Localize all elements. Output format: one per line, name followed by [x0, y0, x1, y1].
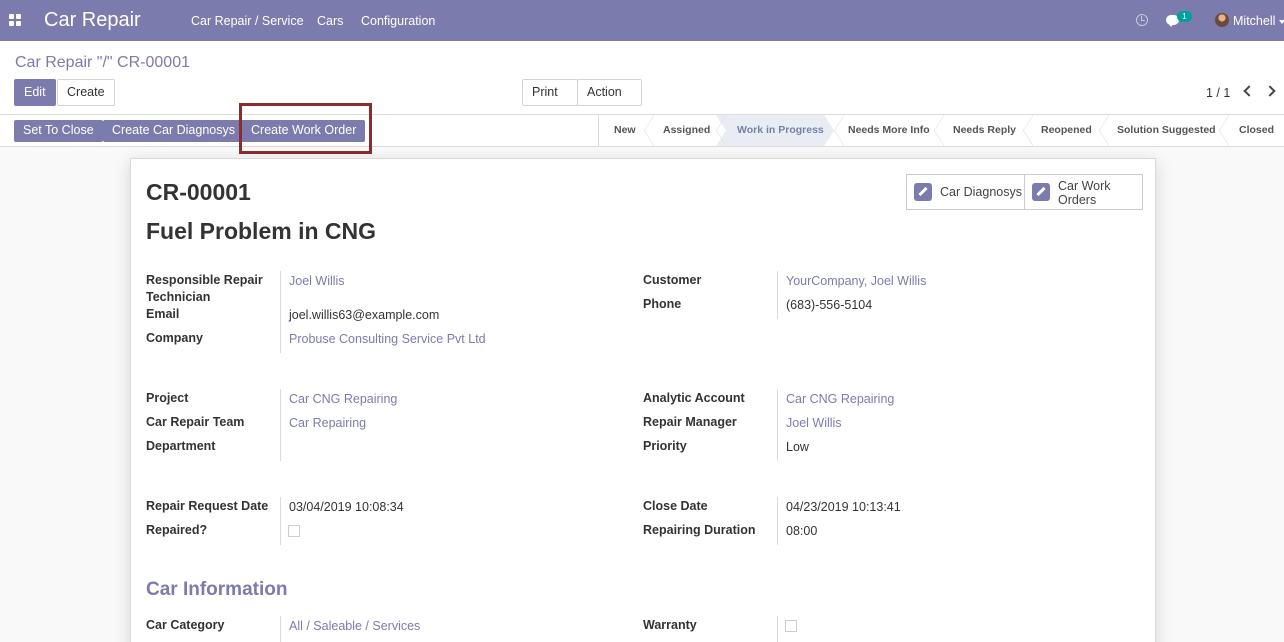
phone-field[interactable]: (683)-556-5104	[786, 298, 872, 312]
apps-menu-icon[interactable]	[9, 14, 21, 26]
car-category-label: Car Category	[146, 618, 225, 632]
action-dropdown[interactable]: Action	[577, 79, 642, 120]
pager-previous-icon[interactable]	[1243, 85, 1255, 97]
project-field[interactable]: Car CNG Repairing	[289, 392, 397, 406]
statusbar: Set To Close Create Car Diagnosys Create…	[0, 115, 1284, 147]
action-label: Action	[587, 85, 622, 99]
user-avatar[interactable]	[1215, 13, 1229, 27]
repairing-duration-label: Repairing Duration	[643, 523, 756, 537]
create-button[interactable]: Create	[57, 79, 115, 106]
car-work-orders-smart-button[interactable]: Car Work Orders	[1025, 175, 1142, 209]
stage-separator	[934, 115, 944, 146]
car-diagnosys-smart-button[interactable]: Car Diagnosys	[907, 175, 1024, 209]
warranty-label: Warranty	[643, 618, 697, 632]
stage-assigned[interactable]: Assigned	[663, 124, 710, 136]
stage-closed[interactable]: Closed	[1239, 124, 1274, 136]
smart-button-box: Car Diagnosys Car Work Orders	[906, 174, 1143, 210]
divider	[280, 616, 281, 642]
create-car-diagnosys-button[interactable]: Create Car Diagnosys	[103, 120, 244, 142]
divider	[280, 497, 281, 545]
car-category-field[interactable]: All / Saleable / Services	[289, 619, 420, 633]
annotation-highlight-box	[239, 103, 372, 154]
stage-work-in-progress[interactable]: Work in Progress	[737, 124, 824, 136]
team-label: Car Repair Team	[146, 415, 245, 429]
app-brand[interactable]: Car Repair	[44, 9, 141, 32]
control-panel: Car Repair "/" CR-00001 Edit Create Prin…	[0, 41, 1284, 120]
activity-clock-icon[interactable]	[1136, 14, 1148, 26]
repair-manager-field[interactable]: Joel Willis	[786, 416, 842, 430]
notification-badge: 1	[1177, 11, 1192, 22]
repairing-duration-field[interactable]: 08:00	[786, 524, 817, 538]
priority-label: Priority	[643, 439, 687, 453]
stage-pipeline: New Assigned Work in Progress Needs More…	[598, 115, 1284, 146]
technician-field[interactable]: Joel Willis	[289, 274, 345, 288]
company-field[interactable]: Probuse Consulting Service Pvt Ltd	[289, 332, 486, 346]
phone-label: Phone	[643, 297, 682, 311]
stage-needs-reply[interactable]: Needs Reply	[953, 124, 1016, 136]
divider	[777, 497, 778, 545]
print-dropdown[interactable]: Print	[522, 79, 578, 120]
project-label: Project	[146, 391, 189, 405]
user-menu[interactable]: Mitchell	[1233, 14, 1275, 28]
stage-solution-suggested[interactable]: Solution Suggested	[1117, 124, 1216, 136]
divider	[280, 389, 281, 461]
menu-configuration[interactable]: Configuration	[361, 14, 435, 28]
warranty-checkbox[interactable]	[785, 620, 797, 632]
close-date-label: Close Date	[643, 499, 708, 513]
smart-button-label: Car Diagnosys	[940, 185, 1022, 199]
record-reference: CR-00001	[146, 179, 251, 205]
stage-needs-more-info[interactable]: Needs More Info	[848, 124, 930, 136]
repaired-checkbox[interactable]	[288, 525, 300, 537]
user-menu-caret-icon	[1279, 20, 1284, 24]
menu-car-repair-service[interactable]: Car Repair / Service	[191, 14, 304, 28]
breadcrumb[interactable]: Car Repair "/" CR-00001	[15, 54, 190, 72]
stage-separator	[1099, 115, 1109, 146]
department-label: Department	[146, 439, 216, 453]
close-date-field[interactable]: 04/23/2019 10:13:41	[786, 500, 901, 514]
repaired-label: Repaired?	[146, 523, 208, 537]
customer-field[interactable]: YourCompany, Joel Willis	[786, 274, 926, 288]
email-field[interactable]: joel.willis63@example.com	[289, 308, 439, 322]
divider	[777, 389, 778, 461]
form-sheet: CR-00001 Fuel Problem in CNG Car Diagnos…	[130, 158, 1156, 642]
analytic-account-label: Analytic Account	[643, 391, 745, 405]
record-subject: Fuel Problem in CNG	[146, 218, 377, 244]
team-field[interactable]: Car Repairing	[289, 416, 366, 430]
repair-manager-label: Repair Manager	[643, 415, 737, 429]
pager-value[interactable]: 1 / 1	[1206, 86, 1230, 100]
top-navbar: Car Repair Car Repair / Service Cars Con…	[0, 0, 1284, 41]
stage-separator	[644, 115, 654, 146]
request-date-label: Repair Request Date	[146, 499, 269, 513]
stage-reopened[interactable]: Reopened	[1041, 124, 1092, 136]
stage-separator	[1023, 115, 1033, 146]
pencil-icon	[914, 183, 932, 201]
stage-separator	[834, 115, 844, 146]
divider	[280, 271, 281, 353]
edit-button[interactable]: Edit	[14, 79, 56, 106]
print-label: Print	[532, 85, 558, 99]
customer-label: Customer	[643, 273, 702, 287]
pencil-icon	[1032, 183, 1050, 201]
divider	[777, 616, 778, 642]
smart-button-label: Car Work Orders	[1058, 179, 1111, 207]
set-to-close-button[interactable]: Set To Close	[14, 120, 103, 142]
menu-cars[interactable]: Cars	[317, 14, 343, 28]
divider	[777, 271, 778, 319]
technician-label: Responsible Repair Technician	[146, 273, 263, 304]
car-information-title: Car Information	[146, 579, 288, 600]
pager-next-icon[interactable]	[1264, 85, 1276, 97]
priority-field[interactable]: Low	[786, 440, 809, 454]
email-label: Email	[146, 307, 180, 321]
analytic-account-field[interactable]: Car CNG Repairing	[786, 392, 894, 406]
stage-new[interactable]: New	[614, 124, 636, 136]
stage-separator	[1219, 115, 1229, 146]
request-date-field[interactable]: 03/04/2019 10:08:34	[289, 500, 404, 514]
stage-separator	[716, 115, 726, 146]
company-label: Company	[146, 331, 203, 345]
